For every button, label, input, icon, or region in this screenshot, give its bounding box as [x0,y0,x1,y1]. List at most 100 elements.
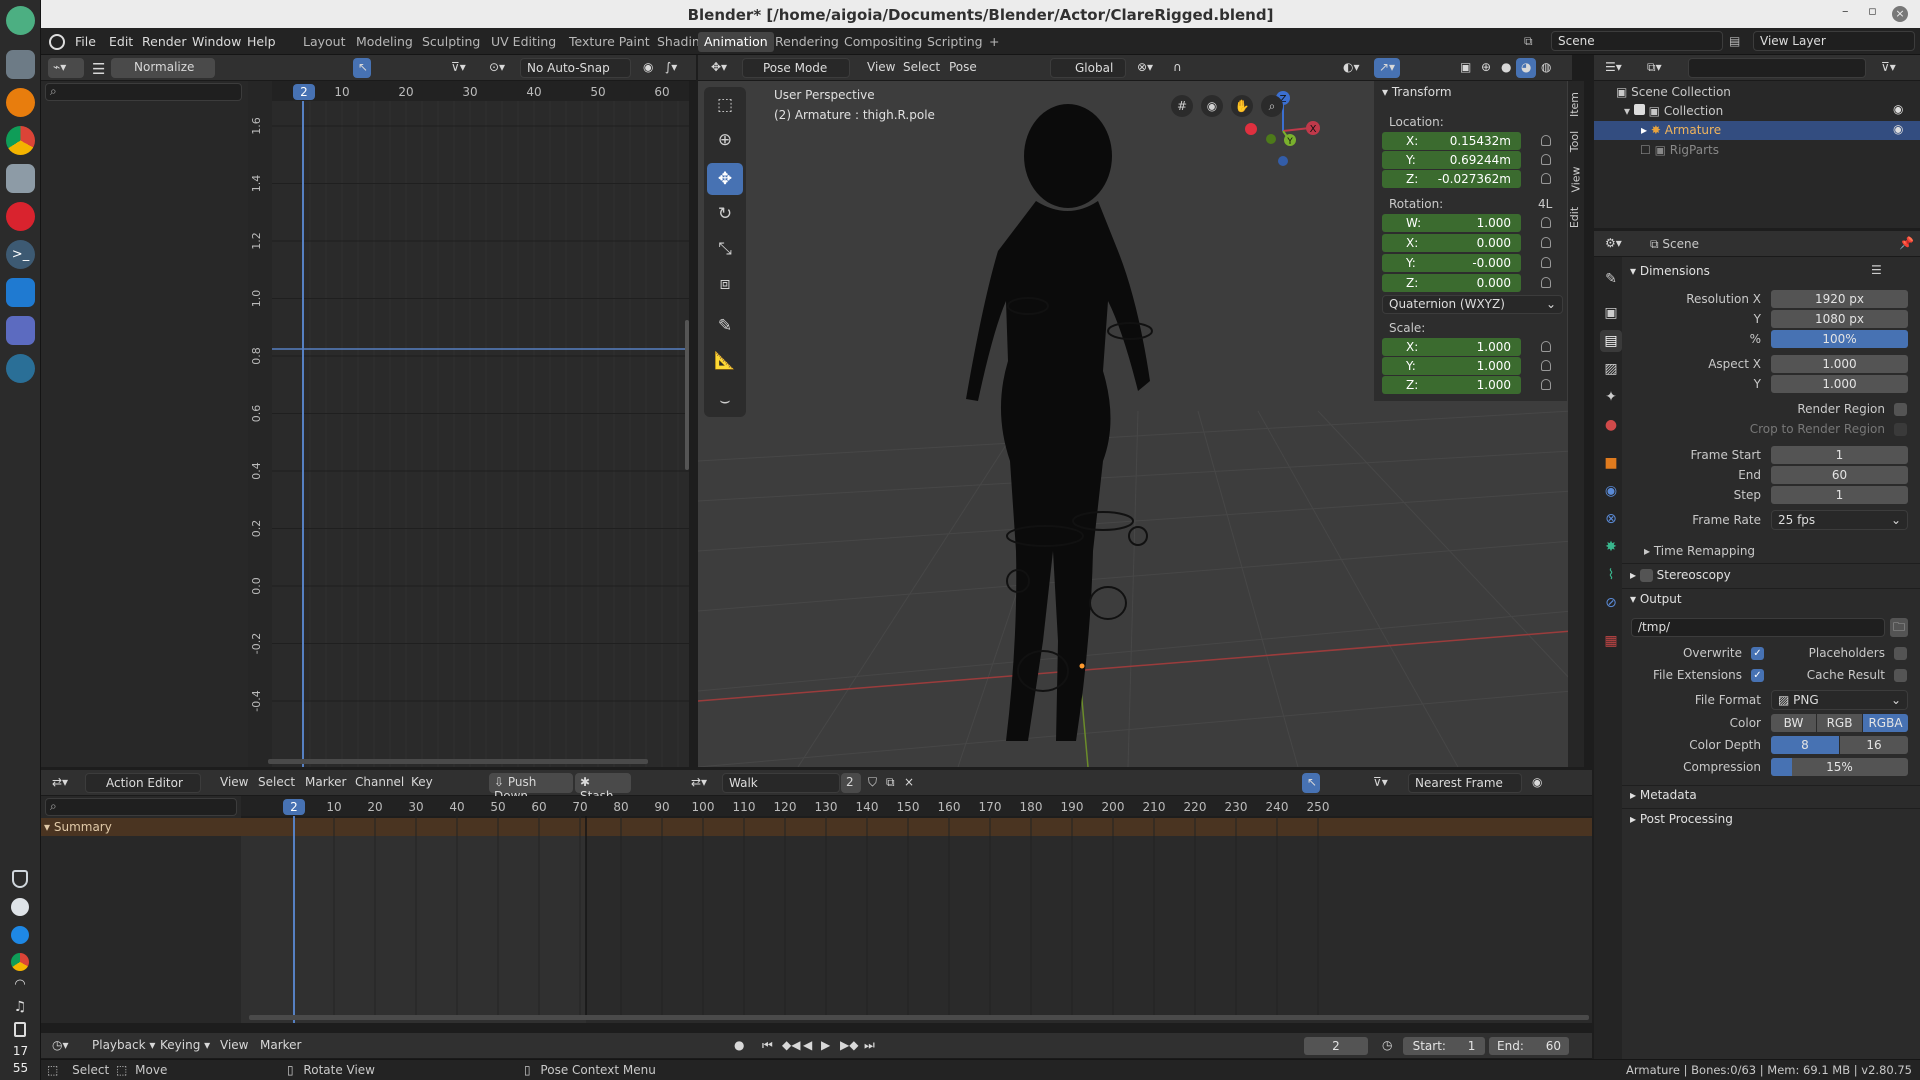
object-icon[interactable]: ■ [1600,452,1622,474]
stash-button[interactable]: ✱ Stash [575,773,631,803]
dopesheet-area[interactable]: 10 20 30 40 50 60 70 80 90 100 110 120 130 140 150 160 1… [241,796,1592,1023]
tab-layout[interactable]: Layout [297,32,352,52]
menu-file[interactable]: File [75,34,96,49]
tab-animation[interactable]: Animation [698,32,774,52]
metadata-panel-header[interactable]: ▸ Metadata [1630,788,1697,802]
presets-icon[interactable]: ☰ [1871,264,1882,276]
lock-icon[interactable] [1541,379,1551,390]
texture-icon[interactable]: ▦ [1600,630,1622,652]
output-icon[interactable]: ▤ [1600,330,1622,352]
color-depth-8-button[interactable]: 8 [1771,736,1839,754]
vscode-icon[interactable] [6,278,35,307]
timeline-menu-marker[interactable]: Marker [255,1036,306,1056]
zoom-icon[interactable]: ⌕ [1261,95,1283,117]
opera-icon[interactable] [6,202,35,231]
scene-icon[interactable]: ⧉ [1524,35,1533,47]
push-down-button[interactable]: ⇩ Push Down [489,773,573,803]
menu-render[interactable]: Render [142,34,187,49]
lock-icon[interactable] [1541,277,1551,288]
move-tool-icon[interactable]: ✥ [707,163,743,195]
cache-result-checkbox[interactable] [1894,669,1907,682]
action-mode-dropdown[interactable]: Action Editor [85,773,201,793]
tool-settings-icon[interactable]: ✎ [1600,268,1622,290]
folder-icon[interactable] [6,164,35,193]
scene-props-icon[interactable]: ✦ [1600,386,1622,408]
location-z-field[interactable]: Z: -0.027362m [1382,170,1521,188]
graph-area[interactable]: 10 20 30 40 50 60 1.6 1.4 1.2 1.0 0.8 0.6 0.4 0.2 0.0 -… [248,81,689,767]
only-selected-icon[interactable]: ↖ [1302,773,1320,793]
modifier-icon[interactable]: ◉ [1600,480,1622,502]
action-editor-type[interactable]: ⇄▾ [47,773,73,793]
view-layer-selector[interactable]: View Layer [1753,31,1915,51]
time-remapping-header[interactable]: ▸ Time Remapping [1644,544,1755,558]
pin-icon[interactable]: 📌 [1894,234,1919,254]
sidebar-tab-edit[interactable]: Edit [1568,207,1581,228]
terminal-icon[interactable]: >_ [6,240,35,269]
compression-slider[interactable]: 15% [1771,758,1908,776]
current-frame-field[interactable]: 2 [1304,1037,1368,1055]
stereoscopy-checkbox[interactable] [1639,569,1653,582]
stereoscopy-header[interactable]: ▸ Stereoscopy [1630,568,1731,582]
action-menu-key[interactable]: Key [406,773,438,793]
minimize-icon[interactable]: – [1842,4,1849,19]
unlink-action-icon[interactable]: × [899,773,919,793]
wireframe-shading-icon[interactable]: ⊕ [1476,58,1496,78]
select-box-tool-icon[interactable]: ⬚ [707,89,743,121]
timeline-editor-type[interactable]: ◷▾ [47,1036,74,1056]
outliner-editor-type[interactable]: ☰▾ [1600,58,1627,78]
wifi-icon[interactable]: ◠ [11,978,29,991]
scene-selector[interactable]: Scene [1551,31,1723,51]
steam-icon[interactable] [6,354,35,383]
proportional-icon[interactable]: ◉ [638,58,658,78]
chrome-icon[interactable] [6,126,35,155]
menu-help[interactable]: Help [247,34,276,49]
tab-scripting[interactable]: Scripting [921,32,989,52]
action-name-field[interactable]: Walk [722,773,840,793]
fake-user-icon[interactable]: ⛉ [863,773,882,793]
outliner-search-input[interactable] [1688,58,1866,78]
eye-icon[interactable]: ◉ [1893,123,1903,135]
snap-icon[interactable]: ∩ [1168,58,1187,78]
filter-icon[interactable]: ⊽▾ [1876,58,1901,78]
bone-constraint-icon[interactable]: ⊘ [1600,592,1622,614]
outliner-collection[interactable]: ▾ ▣ Collection [1624,104,1723,118]
bluetooth-icon[interactable] [11,926,29,944]
menu-window[interactable]: Window [192,34,241,49]
scale-x-field[interactable]: X: 1.000 [1382,338,1521,356]
proportional-icon[interactable]: ◉ [1527,773,1547,793]
scale-z-field[interactable]: Z: 1.000 [1382,376,1521,394]
location-x-field[interactable]: X: 0.15432m [1382,132,1521,150]
output-panel-header[interactable]: ▾ Output [1630,592,1682,606]
crop-checkbox[interactable] [1894,423,1907,436]
rotate-tool-icon[interactable]: ↻ [707,198,743,230]
music-icon[interactable]: ♫ [11,1000,29,1014]
pivot-point-icon[interactable]: ⊗▾ [1132,58,1158,78]
hamburger-icon[interactable]: ☰ [87,58,110,78]
rotation-mode-badge[interactable]: 4L [1538,197,1552,211]
jump-start-icon[interactable]: ⏮ [757,1036,778,1056]
menu-edit[interactable]: Edit [109,34,133,49]
auto-snap-dropdown[interactable]: No Auto-Snap [520,58,631,78]
annotate-tool-icon[interactable]: ✎ [707,310,743,342]
viewport-menu-pose[interactable]: Pose [944,58,982,78]
ubuntu-apps-icon[interactable] [6,6,35,35]
blender-logo-icon[interactable] [49,34,65,50]
tab-modeling[interactable]: Modeling [350,32,419,52]
lock-icon[interactable] [1541,135,1551,146]
overlay-icon[interactable]: ◐▾ [1338,58,1365,78]
viewport-editor-type[interactable]: ✥▾ [706,58,732,78]
placeholders-checkbox[interactable] [1894,647,1907,660]
lock-icon[interactable] [1541,360,1551,371]
viewport-menu-select[interactable]: Select [898,58,945,78]
cursor-tool-icon[interactable]: ⊕ [707,124,743,156]
new-action-icon[interactable]: ⧉ [881,773,900,793]
world-icon[interactable]: ● [1600,414,1622,436]
color-rgba-button[interactable]: RGBA [1863,714,1908,732]
viewport-menu-view[interactable]: View [862,58,900,78]
sidebar-tab-view[interactable]: View [1570,166,1583,192]
camera-view-icon[interactable]: ◉ [1201,95,1223,117]
files-icon[interactable] [6,50,35,79]
resolution-percent-field[interactable]: 100% [1771,330,1908,348]
transform-tool-icon[interactable]: ⧈ [707,268,743,300]
aspect-x-field[interactable]: 1.000 [1771,355,1908,373]
